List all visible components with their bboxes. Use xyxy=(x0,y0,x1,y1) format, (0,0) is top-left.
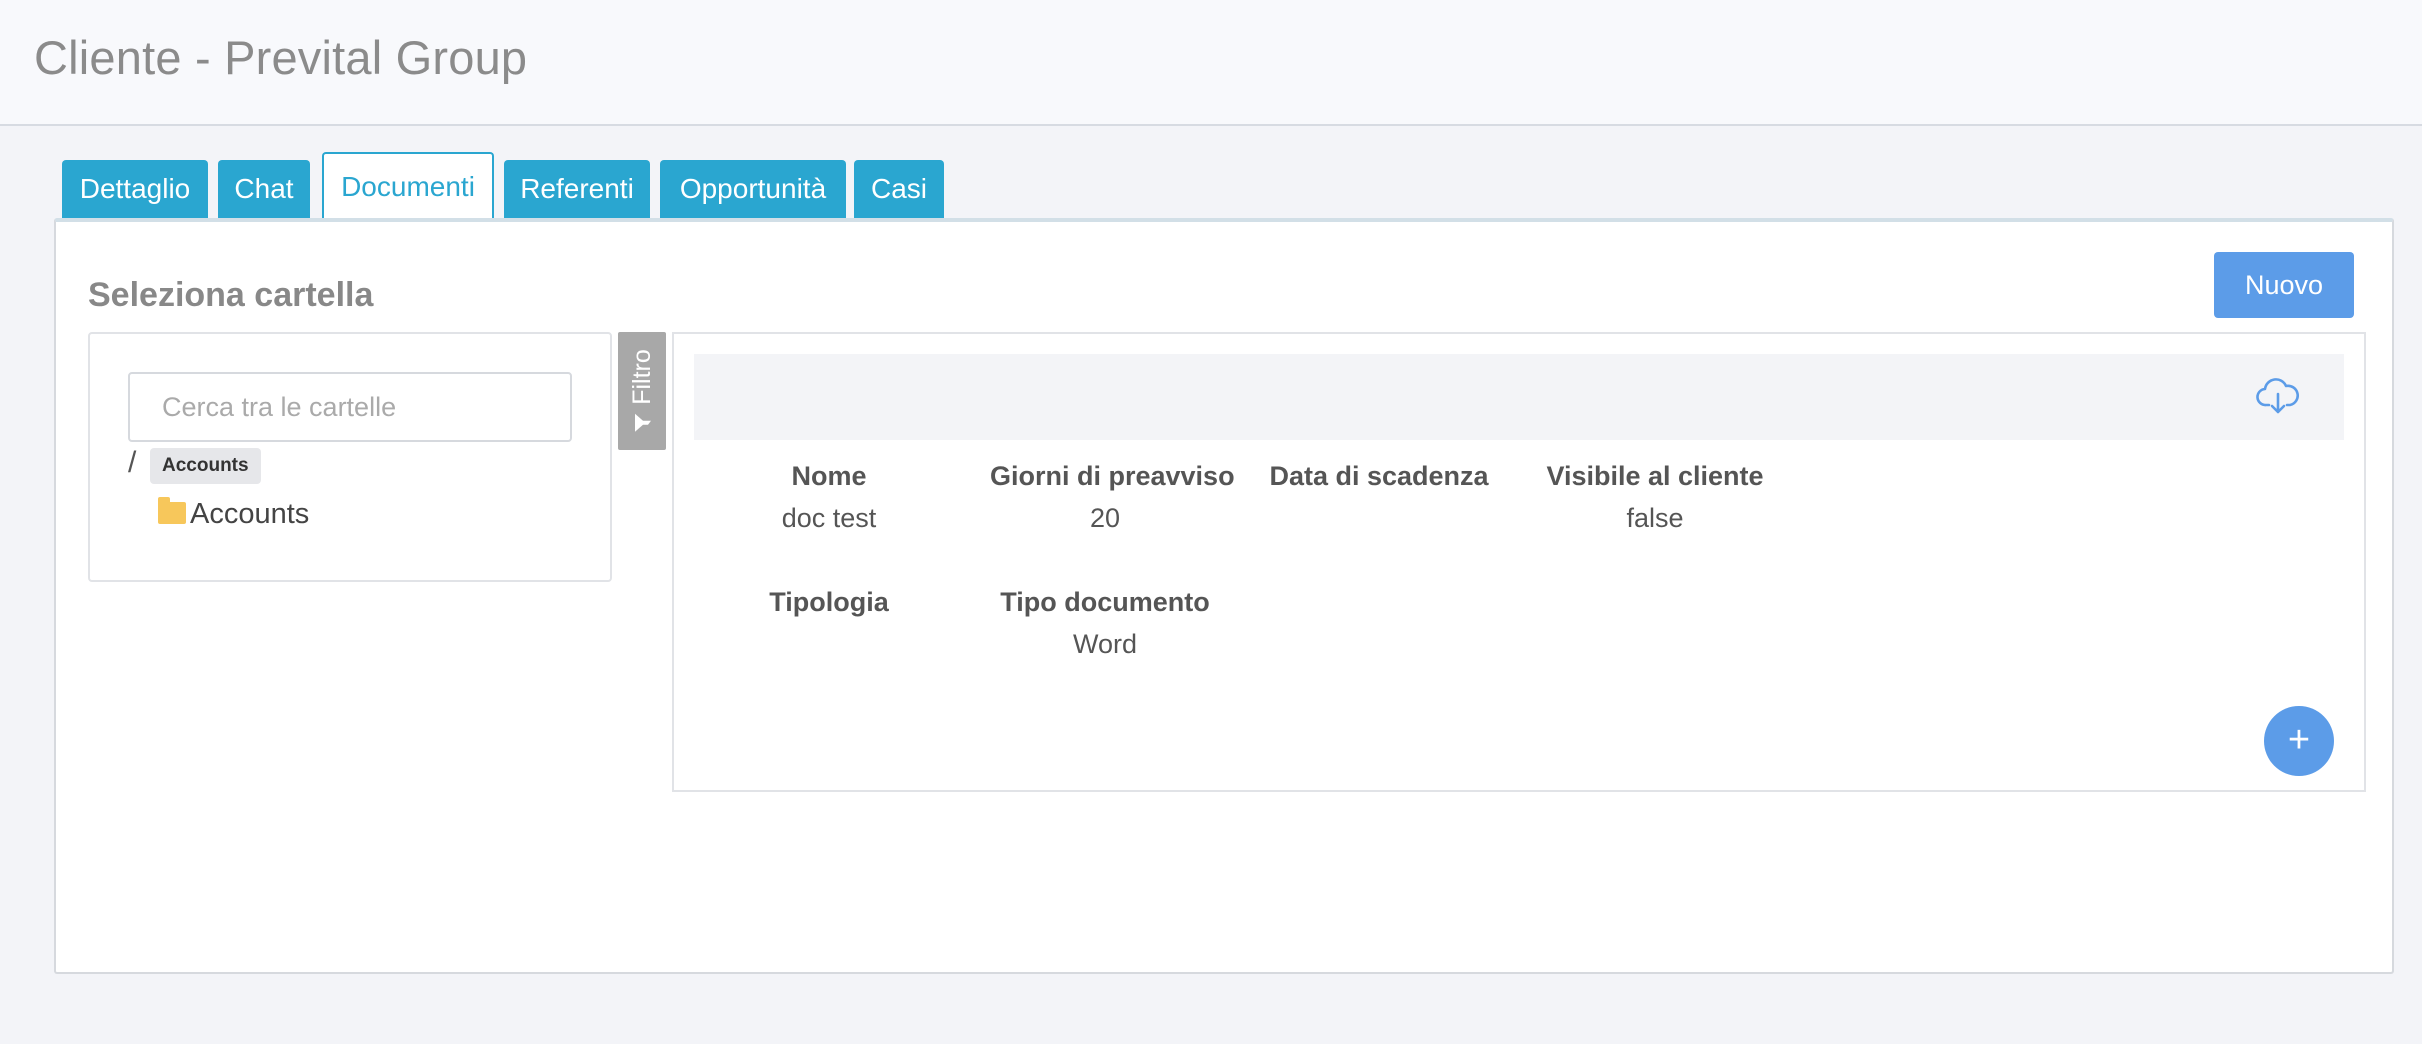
tab-documenti[interactable]: Documenti xyxy=(322,152,494,218)
document-card: Nome doc test Giorni di preavviso 20 Dat… xyxy=(672,332,2366,792)
filter-toggle-content: Filtro xyxy=(627,349,657,433)
breadcrumb-current[interactable]: Accounts xyxy=(150,448,261,484)
filter-toggle[interactable]: Filtro xyxy=(618,332,666,450)
tab-casi[interactable]: Casi xyxy=(854,160,944,218)
field-label: Tipo documento xyxy=(1000,587,1210,617)
field-value: Word xyxy=(1072,629,1138,659)
field-tipo-documento: Tipo documento Word xyxy=(990,584,1220,662)
field-label: Tipologia xyxy=(769,587,889,617)
page-header: Cliente - Prevital Group xyxy=(0,0,2422,126)
field-label: Giorni di preavviso xyxy=(990,461,1235,491)
folder-tree-panel: / Accounts Accounts xyxy=(88,332,612,582)
breadcrumb-separator: / xyxy=(128,446,137,479)
field-label: Visibile al cliente xyxy=(1546,461,1764,491)
field-tipologia: Tipologia xyxy=(714,584,944,626)
tab-chat[interactable]: Chat xyxy=(218,160,310,218)
field-nome: Nome doc test xyxy=(714,458,944,536)
folder-item-label: Accounts xyxy=(190,498,310,530)
field-value: doc test xyxy=(781,503,877,533)
field-value: false xyxy=(1626,503,1684,533)
new-button[interactable]: Nuovo xyxy=(2214,252,2354,318)
cloud-download-icon[interactable] xyxy=(2256,374,2300,418)
field-value: 20 xyxy=(1089,503,1121,533)
funnel-icon xyxy=(635,413,652,432)
tab-referenti[interactable]: Referenti xyxy=(504,160,650,218)
section-title: Seleziona cartella xyxy=(88,276,374,314)
document-toolbar xyxy=(694,354,2344,440)
tab-opportunita[interactable]: Opportunità xyxy=(660,160,846,218)
field-visibile-cliente: Visibile al cliente false xyxy=(1540,458,1770,536)
field-data-scadenza: Data di scadenza xyxy=(1264,458,1494,500)
field-label: Data di scadenza xyxy=(1269,461,1489,491)
field-label: Nome xyxy=(791,461,867,491)
tab-dettaglio[interactable]: Dettaglio xyxy=(62,160,208,218)
add-button[interactable]: + xyxy=(2264,706,2334,776)
filter-label: Filtro xyxy=(628,349,656,405)
folder-search-input[interactable] xyxy=(128,372,572,442)
field-giorni-preavviso: Giorni di preavviso 20 xyxy=(990,458,1235,536)
folder-icon xyxy=(158,497,186,524)
documents-panel: Seleziona cartella Nuovo / Accounts Acco… xyxy=(54,218,2394,974)
page-title: Cliente - Prevital Group xyxy=(34,31,528,84)
